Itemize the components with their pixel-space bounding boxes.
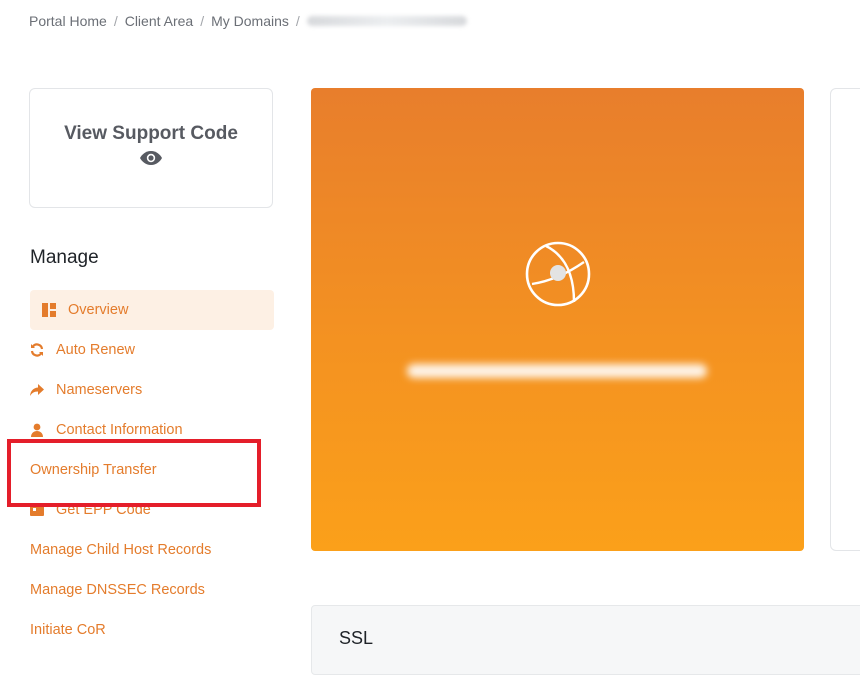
domain-name-redacted bbox=[406, 364, 708, 382]
menu-item-label: Manage DNSSEC Records bbox=[30, 582, 205, 598]
menu-item-label: Auto Renew bbox=[56, 342, 135, 358]
globe-icon bbox=[524, 240, 592, 313]
menu-item-label: Manage Child Host Records bbox=[30, 542, 212, 558]
breadcrumb-client-area[interactable]: Client Area bbox=[125, 13, 193, 29]
breadcrumb: Portal Home / Client Area / My Domains / bbox=[29, 12, 467, 30]
menu-item-label: Overview bbox=[68, 302, 129, 318]
menu-item-label: Nameservers bbox=[56, 382, 143, 398]
menu-item-label: Initiate CoR bbox=[30, 622, 106, 638]
breadcrumb-separator: / bbox=[200, 13, 205, 29]
user-icon bbox=[30, 423, 44, 437]
manage-heading: Manage bbox=[30, 247, 99, 268]
view-support-code-card[interactable]: View Support Code bbox=[29, 88, 273, 208]
refresh-icon bbox=[30, 343, 44, 357]
ssl-section[interactable]: SSL bbox=[311, 605, 860, 675]
menu-item-initiate-cor[interactable]: Initiate CoR bbox=[30, 610, 274, 650]
support-code-title: View Support Code bbox=[64, 123, 238, 144]
domain-hero-panel bbox=[311, 88, 804, 551]
breadcrumb-portal-home[interactable]: Portal Home bbox=[29, 13, 107, 29]
breadcrumb-my-domains[interactable]: My Domains bbox=[211, 13, 289, 29]
domain-info-card bbox=[830, 88, 860, 551]
eye-icon bbox=[139, 150, 163, 171]
ownership-transfer-highlight bbox=[7, 439, 261, 507]
share-arrow-icon bbox=[30, 383, 44, 397]
menu-item-nameservers[interactable]: Nameservers bbox=[30, 370, 274, 410]
ssl-title: SSL bbox=[339, 628, 374, 648]
menu-item-overview[interactable]: Overview bbox=[30, 290, 274, 330]
menu-item-manage-dnssec-records[interactable]: Manage DNSSEC Records bbox=[30, 570, 274, 610]
breadcrumb-current-domain-redacted bbox=[306, 16, 467, 26]
dashboard-icon bbox=[42, 303, 56, 317]
menu-item-manage-child-host-records[interactable]: Manage Child Host Records bbox=[30, 530, 274, 570]
breadcrumb-separator: / bbox=[113, 13, 118, 29]
breadcrumb-separator: / bbox=[295, 13, 300, 29]
menu-item-auto-renew[interactable]: Auto Renew bbox=[30, 330, 274, 370]
